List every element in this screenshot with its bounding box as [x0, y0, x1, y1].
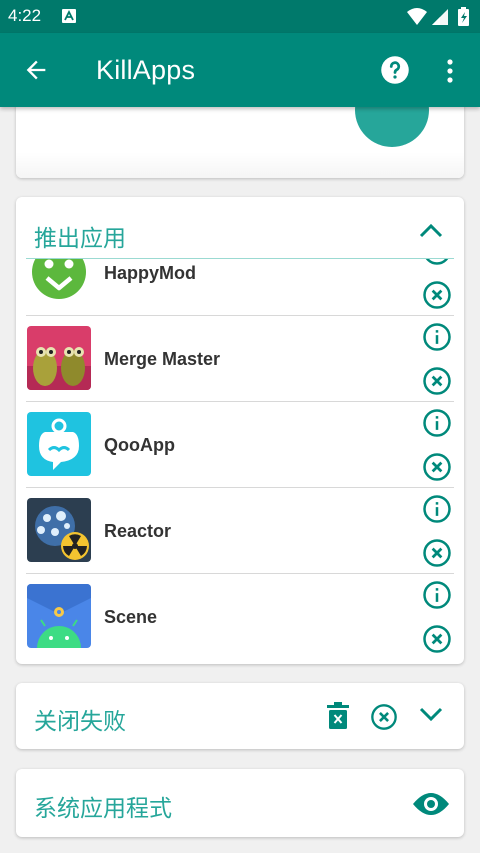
info-icon[interactable]	[422, 494, 452, 529]
list-item: Reactor	[16, 488, 464, 574]
system-status-icons	[406, 7, 472, 32]
info-icon[interactable]	[422, 408, 452, 443]
status-bar: 4:22	[0, 0, 480, 33]
chevron-down-icon[interactable]	[418, 704, 444, 729]
app-name: Merge Master	[104, 349, 221, 369]
close-circle-icon[interactable]	[422, 624, 452, 654]
list-item: HappyMod	[16, 259, 464, 316]
floating-action-button[interactable]	[355, 100, 429, 147]
app-list: HappyMod Merge Master QooApp Reactor Sce…	[16, 259, 464, 654]
notification-icon	[62, 9, 76, 28]
trash-icon[interactable]	[326, 702, 350, 735]
info-icon[interactable]	[422, 259, 452, 271]
app-bar: KillApps	[0, 33, 480, 107]
more-options-icon[interactable]	[440, 57, 460, 90]
close-circle-icon[interactable]	[422, 280, 452, 315]
app-title: KillApps	[96, 55, 196, 85]
reactor-app-icon	[27, 498, 91, 562]
status-time: 4:22	[8, 6, 42, 25]
scene-app-icon	[27, 584, 91, 648]
merge-master-app-icon	[27, 326, 91, 390]
system-apps-title: 系统应用程式	[34, 795, 172, 821]
info-icon[interactable]	[422, 322, 452, 357]
battery-icon	[458, 7, 469, 26]
happymod-app-icon	[27, 259, 91, 304]
close-circle-icon[interactable]	[422, 366, 452, 401]
system-apps-card[interactable]: 系统应用程式	[16, 769, 464, 837]
failed-apps-title: 关闭失败	[34, 708, 126, 734]
list-item: QooApp	[16, 402, 464, 488]
failed-apps-card[interactable]: 关闭失败	[16, 683, 464, 749]
app-name: Reactor	[104, 521, 172, 541]
qooapp-app-icon	[27, 412, 91, 476]
close-circle-icon[interactable]	[422, 538, 452, 573]
app-name: QooApp	[104, 435, 175, 455]
help-icon[interactable]	[380, 55, 410, 90]
app-name: HappyMod	[104, 263, 196, 283]
list-item: Merge Master	[16, 316, 464, 402]
app-name: Scene	[104, 607, 158, 627]
top-card	[16, 100, 464, 178]
wifi-icon	[407, 8, 427, 25]
info-icon[interactable]	[422, 580, 452, 615]
pushed-apps-title: 推出应用	[34, 225, 126, 251]
pushed-apps-card: 推出应用 HappyMod Merge Master QooApp Reacto…	[16, 197, 464, 664]
back-arrow-icon[interactable]	[22, 56, 50, 89]
list-item: Scene	[16, 574, 464, 654]
signal-icon	[432, 9, 448, 25]
chevron-up-icon[interactable]	[418, 221, 444, 246]
close-circle-icon[interactable]	[370, 703, 398, 736]
close-circle-icon[interactable]	[422, 452, 452, 487]
eye-icon[interactable]	[412, 791, 450, 822]
